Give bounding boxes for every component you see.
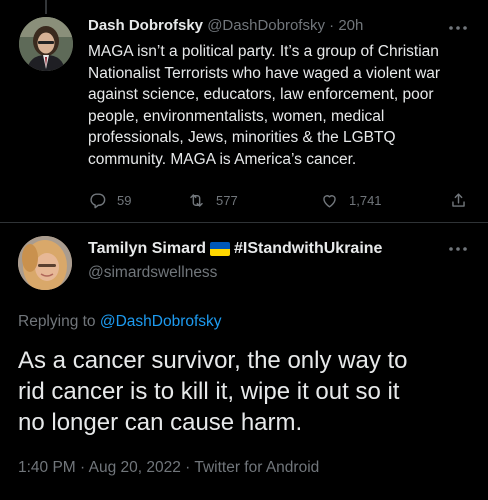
main-tweet-header: Tamilyn Simard #IStandwithUkraine xyxy=(88,240,382,258)
display-name[interactable]: Tamilyn Simard xyxy=(88,240,206,258)
retweet-icon xyxy=(190,194,203,207)
like-count: 1,741 xyxy=(349,193,382,208)
retweet-button[interactable]: 577 xyxy=(187,191,238,210)
share-icon xyxy=(452,193,465,207)
tweet-text: MAGA isn’t a political party. It’s a gro… xyxy=(88,43,441,168)
ukraine-flag-icon xyxy=(209,242,230,256)
reply-icon xyxy=(90,193,106,209)
tweet-text: As a cancer survivor, the only way to ri… xyxy=(18,347,408,436)
avatar-photo xyxy=(19,17,73,71)
share-button[interactable] xyxy=(449,191,468,210)
avatar[interactable] xyxy=(18,236,72,290)
tweet-thread: Dash Dobrofsky @DashDobrofsky · 20h MAGA… xyxy=(0,0,488,500)
handle[interactable]: @DashDobrofsky xyxy=(207,17,325,34)
like-button[interactable]: 1,741 xyxy=(320,191,382,210)
display-name[interactable]: Dash Dobrofsky xyxy=(88,17,203,34)
reply-button[interactable]: 59 xyxy=(88,191,131,210)
handle[interactable]: @simardswellness xyxy=(88,264,217,282)
parent-tweet[interactable]: Dash Dobrofsky @DashDobrofsky · 20h MAGA… xyxy=(0,0,488,222)
hashtag[interactable]: #IStandwithUkraine xyxy=(234,240,382,258)
retweet-count: 577 xyxy=(216,193,238,208)
avatar[interactable] xyxy=(19,17,73,71)
replying-to-link[interactable]: @DashDobrofsky xyxy=(100,313,222,330)
tweet-time[interactable]: 20h xyxy=(338,17,363,34)
divider xyxy=(0,222,488,223)
more-icon[interactable] xyxy=(448,25,468,31)
separator: · xyxy=(329,17,335,34)
more-icon[interactable] xyxy=(448,246,468,252)
avatar-photo xyxy=(18,236,72,290)
replying-to: Replying to @DashDobrofsky xyxy=(18,313,222,331)
replying-prefix: Replying to xyxy=(18,313,100,330)
like-icon xyxy=(323,195,336,208)
action-bar: 59 577 1,741 xyxy=(88,191,478,213)
reply-count: 59 xyxy=(117,193,132,208)
tweet-timestamp[interactable]: 1:40 PM · Aug 20, 2022 · Twitter for And… xyxy=(18,459,319,477)
tweet-header: Dash Dobrofsky @DashDobrofsky · 20h xyxy=(88,17,363,34)
